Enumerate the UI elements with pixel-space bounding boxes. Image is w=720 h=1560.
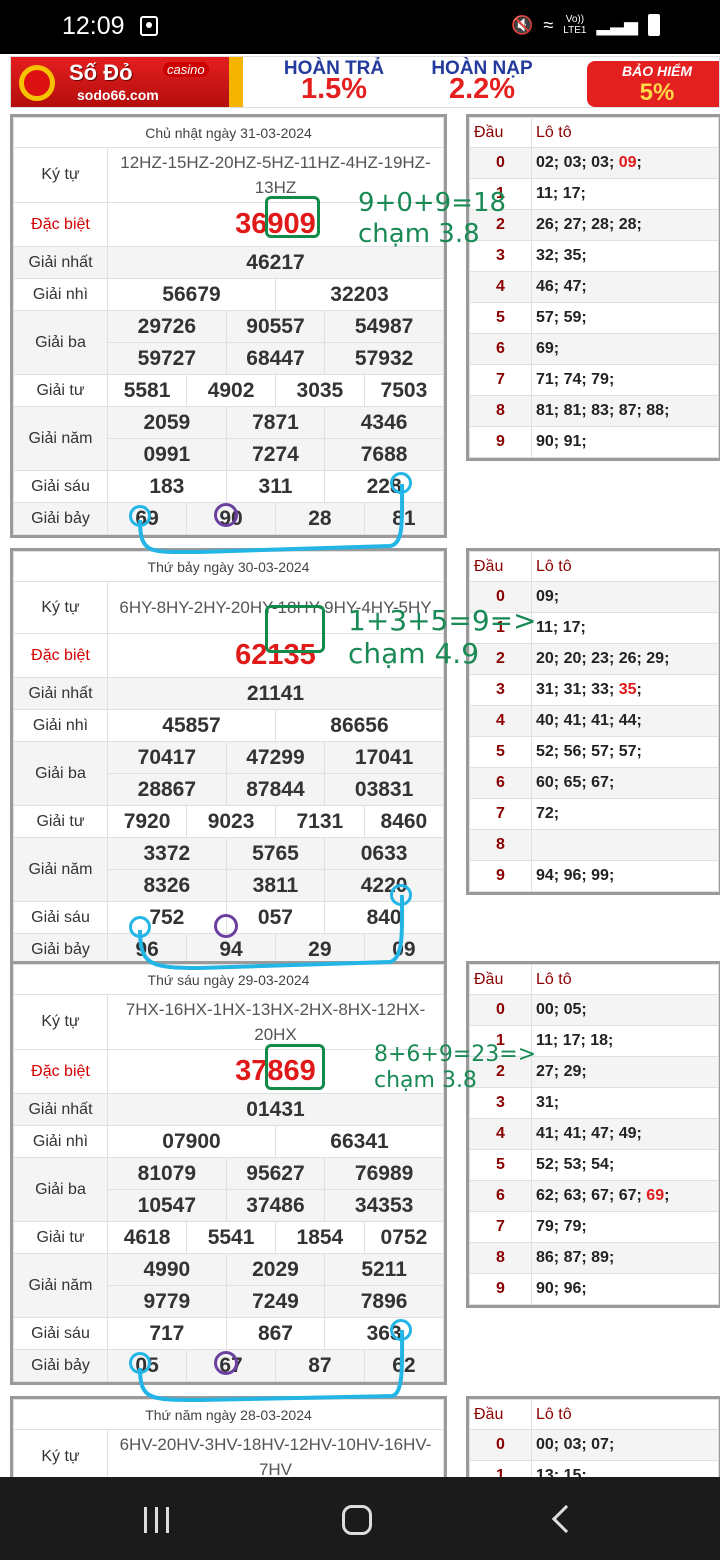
cyan-connector-1 — [138, 483, 405, 555]
cyan-circle — [390, 472, 412, 494]
purple-circle — [214, 1351, 238, 1375]
special-highlight-box-3 — [265, 1044, 325, 1090]
purple-circle — [214, 914, 238, 938]
cyan-circle — [390, 884, 412, 906]
cyan-connector-3 — [138, 1329, 405, 1403]
special-highlight-box-1 — [265, 196, 320, 238]
handwritten-note-2: 1+3+5=9=> chạm 4.9 — [348, 604, 537, 671]
handwritten-note-1: 9+0+9=18 chạm 3.8 — [358, 188, 507, 249]
cyan-circle — [129, 505, 151, 527]
cyan-circle — [129, 1352, 151, 1374]
handwritten-note-3: 8+6+9=23=> chạm 3.8 — [374, 1042, 537, 1093]
home-button[interactable] — [338, 1503, 378, 1539]
special-highlight-box-2 — [265, 605, 325, 653]
back-button[interactable] — [540, 1503, 581, 1539]
cyan-circle — [129, 916, 151, 938]
nav-bar — [0, 1477, 720, 1560]
recent-apps-button[interactable] — [138, 1503, 178, 1539]
cyan-circle — [390, 1319, 412, 1341]
purple-circle — [214, 503, 238, 527]
cyan-connector-2 — [138, 894, 405, 971]
